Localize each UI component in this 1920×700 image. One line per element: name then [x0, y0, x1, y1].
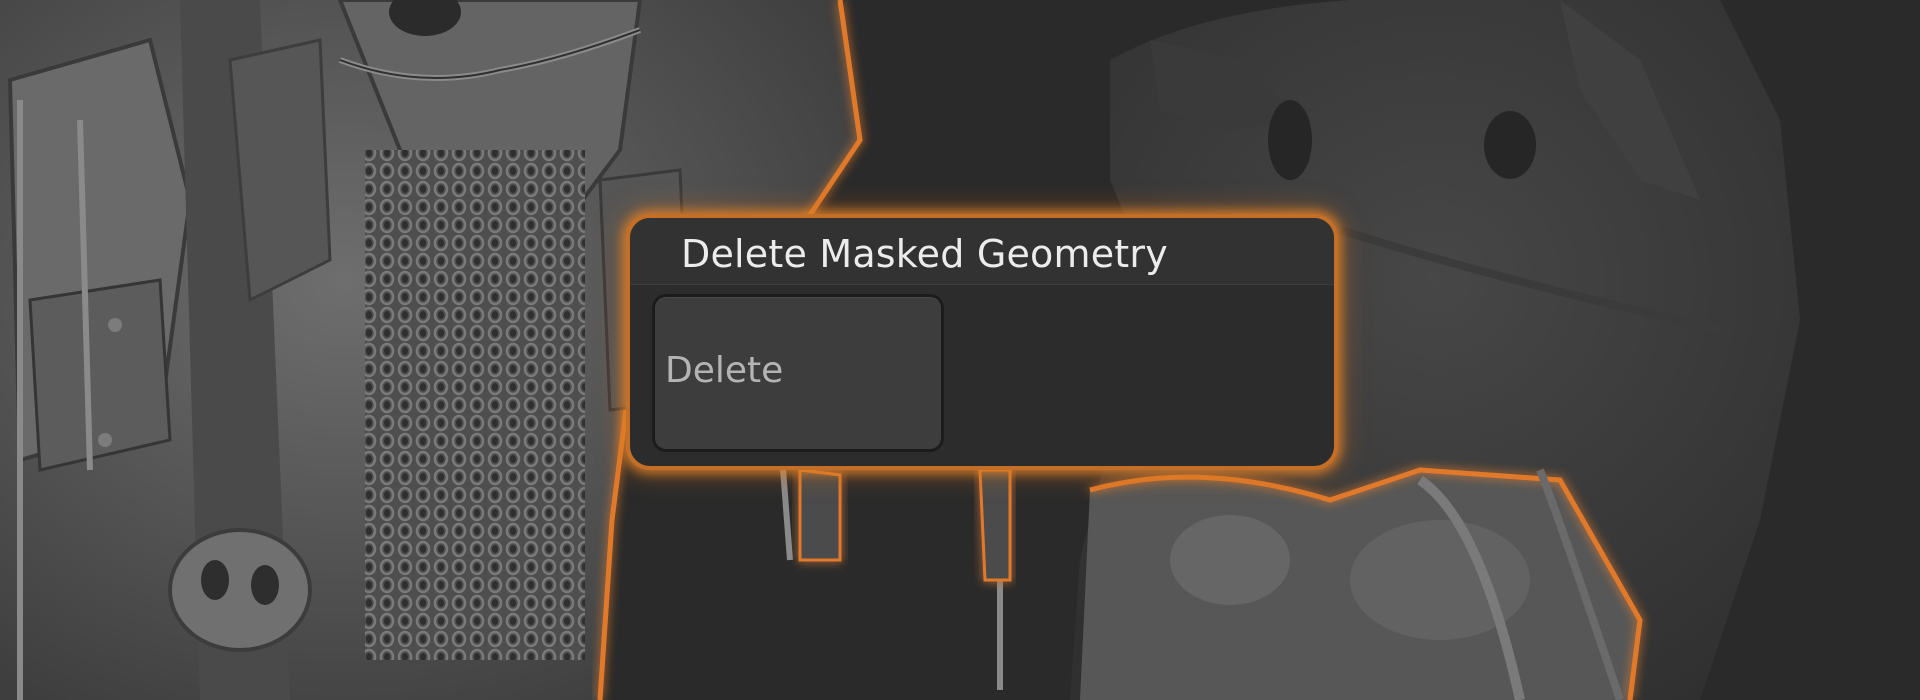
- delete-button-label: Delete: [665, 350, 784, 391]
- popup-header: Delete Masked Geometry: [630, 218, 1334, 285]
- delete-button[interactable]: Delete: [652, 294, 944, 452]
- popup-title: Delete Masked Geometry: [681, 232, 1168, 276]
- delete-masked-geometry-popup: Delete Masked Geometry Delete: [626, 214, 1338, 470]
